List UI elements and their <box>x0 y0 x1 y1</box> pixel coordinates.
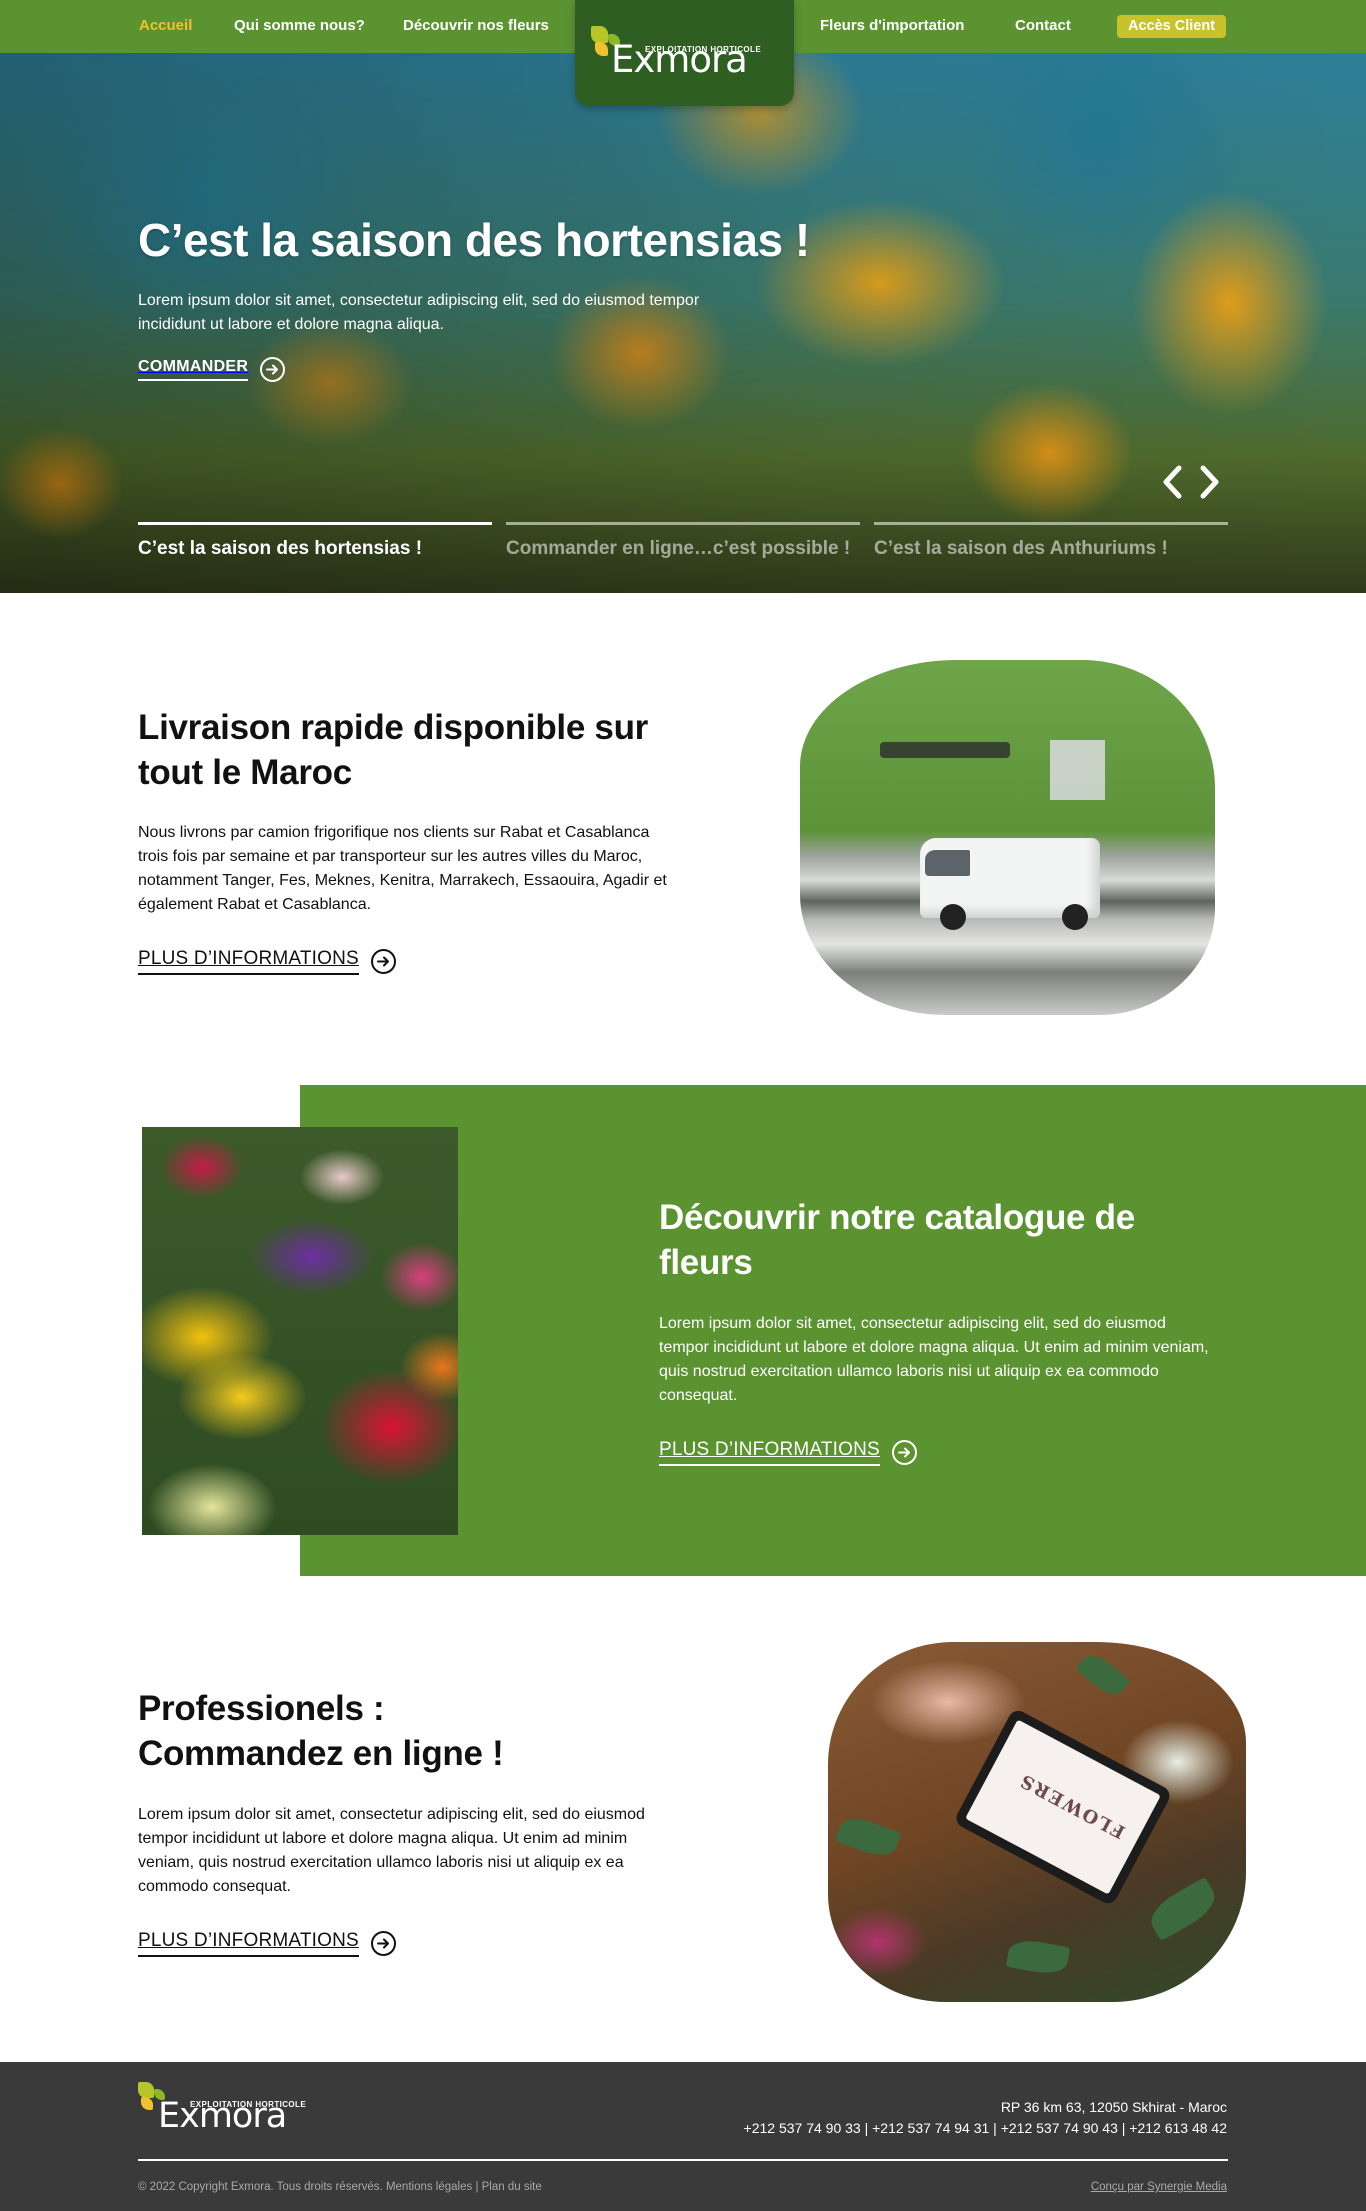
chevron-right-icon[interactable] <box>1196 464 1222 500</box>
arrow-right-icon <box>370 1930 396 1956</box>
slider-tabs: C’est la saison des hortensias ! Command… <box>138 522 1228 582</box>
catalogue-more-label: PLUS D’INFORMATIONS <box>659 1439 880 1466</box>
delivery-text: Nous livrons par camion frigorifique nos… <box>138 824 667 913</box>
footer-contact: RP 36 km 63, 12050 Skhirat - Maroc +212 … <box>744 2097 1227 2139</box>
footer-copyright: © 2022 Copyright Exmora. Tous droits rés… <box>138 2181 542 2193</box>
pros-title-line-1: Professionels : <box>138 1689 385 1728</box>
arrow-right-icon <box>260 356 286 382</box>
chevron-left-icon[interactable] <box>1160 464 1186 500</box>
footer-divider <box>138 2159 1228 2161</box>
slide-progress-bar <box>506 522 860 525</box>
footer-address: RP 36 km 63, 12050 Skhirat - Maroc <box>1000 2099 1227 2115</box>
pros-title: Professionels : Commandez en ligne ! <box>138 1686 698 1776</box>
slide-progress-bar <box>874 522 1228 525</box>
catalogue-title: Découvrir notre catalogue de fleurs <box>659 1198 1135 1282</box>
nav-item-accueil[interactable]: Accueil <box>139 17 192 34</box>
logo-wordmark: Exmora <box>158 2096 287 2136</box>
hero-slider: C’est la saison des hortensias ! Lorem i… <box>0 53 1366 593</box>
slide-caption: C’est la saison des Anthuriums ! <box>874 538 1168 559</box>
nav-item-qui-somme-nous[interactable]: Qui somme nous? <box>234 17 365 34</box>
footer-phones: +212 537 74 90 33 | +212 537 74 94 31 | … <box>743 2120 1227 2136</box>
nav-item-decouvrir-fleurs[interactable]: Découvrir nos fleurs <box>403 17 549 34</box>
tablet-flowers-image: FLOWERS <box>828 1642 1246 2002</box>
pros-more-label: PLUS D’INFORMATIONS <box>138 1930 359 1957</box>
tablet-screen-text: FLOWERS <box>1015 1768 1129 1843</box>
slider-arrows <box>1160 464 1230 500</box>
logo-leaf-icon <box>138 2082 154 2098</box>
arrow-right-icon <box>891 1439 917 1465</box>
slide-tab-1[interactable]: C’est la saison des hortensias ! <box>138 522 492 560</box>
slide-progress-bar <box>138 522 492 525</box>
slide-tab-3[interactable]: C’est la saison des Anthuriums ! <box>874 522 1228 560</box>
logo-leaf-icon <box>595 42 608 56</box>
tulips-image <box>142 1127 458 1535</box>
nav-item-contact[interactable]: Contact <box>1015 17 1071 34</box>
slide-caption: C’est la saison des hortensias ! <box>138 538 423 559</box>
footer-logo[interactable]: EXPLOITATION HORTICOLE Exmora <box>138 2080 328 2146</box>
footer-credit-link[interactable]: Conçu par Synergie Media <box>1091 2181 1227 2193</box>
footer: EXPLOITATION HORTICOLE Exmora RP 36 km 6… <box>0 2062 1366 2211</box>
hero-title: C’est la saison des hortensias ! <box>138 214 810 266</box>
slide-caption: Commander en ligne…c’est possible ! <box>506 538 851 559</box>
arrow-right-icon <box>370 948 396 974</box>
catalogue-more-link[interactable]: PLUS D’INFORMATIONS <box>659 1438 917 1466</box>
delivery-more-link[interactable]: PLUS D’INFORMATIONS <box>138 947 396 975</box>
exmora-logo: EXPLOITATION HORTICOLE Exmora <box>591 20 781 86</box>
logo-leaf-icon <box>591 26 608 43</box>
hero-order-label: COMMANDER <box>138 358 249 381</box>
pros-text: Lorem ipsum dolor sit amet, consectetur … <box>138 1806 645 1895</box>
hero-lead: Lorem ipsum dolor sit amet, consectetur … <box>138 292 700 333</box>
delivery-more-label: PLUS D’INFORMATIONS <box>138 948 359 975</box>
client-access-button[interactable]: Accès Client <box>1117 15 1227 38</box>
hero-order-button[interactable]: COMMANDER <box>138 356 286 382</box>
logo-leaf-icon <box>141 2097 153 2110</box>
logo-wordmark: Exmora <box>611 38 748 81</box>
delivery-title: Livraison rapide disponible sur tout le … <box>138 708 648 792</box>
header-logo-link[interactable]: EXPLOITATION HORTICOLE Exmora <box>575 0 794 106</box>
pros-more-link[interactable]: PLUS D’INFORMATIONS <box>138 1929 396 1957</box>
catalogue-text: Lorem ipsum dolor sit amet, consectetur … <box>659 1315 1209 1404</box>
nav-item-fleurs-importation[interactable]: Fleurs d'importation <box>820 17 964 34</box>
pros-title-line-2: Commandez en ligne ! <box>138 1734 504 1773</box>
slide-tab-2[interactable]: Commander en ligne…c’est possible ! <box>506 522 860 560</box>
delivery-van-image <box>800 660 1215 1015</box>
